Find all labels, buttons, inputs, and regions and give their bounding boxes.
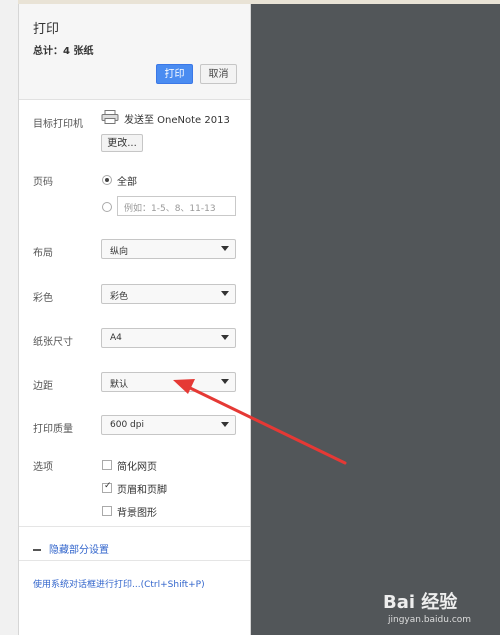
layout-value: 纵向 (110, 247, 129, 257)
print-header: 打印 总计：4 张纸 打印 取消 (19, 4, 250, 100)
layout-select[interactable]: 纵向 (101, 239, 236, 259)
pages-all-radio[interactable] (102, 175, 112, 185)
simplify-page-label: 简化网页 (117, 462, 157, 473)
watermark-url: jingyan.baidu.com (388, 615, 472, 625)
baidu-logo-icon: Bai 经验 (383, 591, 458, 613)
printer-icon (101, 110, 119, 124)
header-footer-checkbox[interactable]: ✓ (102, 481, 112, 493)
print-button[interactable]: 打印 (156, 64, 193, 84)
quality-value: 600 dpi (110, 420, 144, 430)
margins-label: 边距 (33, 381, 53, 392)
minus-icon (33, 549, 41, 551)
print-preview-area (251, 4, 500, 635)
check-icon: ✓ (104, 481, 112, 491)
divider (19, 560, 250, 561)
change-destination-button[interactable]: 更改... (101, 134, 143, 152)
destination-label: 目标打印机 (33, 119, 83, 130)
pages-input[interactable]: 例如：1-5、8、11-13 (117, 196, 236, 216)
color-value: 彩色 (110, 292, 129, 302)
background-graphics-checkbox[interactable] (102, 506, 112, 516)
chevron-down-icon (221, 379, 229, 384)
chevron-down-icon (221, 291, 229, 296)
margins-select[interactable]: 默认 (101, 372, 236, 392)
less-settings-link[interactable]: 隐藏部分设置 (33, 541, 109, 556)
less-settings-label: 隐藏部分设置 (49, 545, 109, 556)
paper-size-label: 纸张尺寸 (33, 337, 73, 348)
chevron-down-icon (221, 246, 229, 251)
cancel-button[interactable]: 取消 (200, 64, 237, 84)
layout-label: 布局 (33, 248, 53, 259)
paper-size-value: A4 (110, 333, 122, 343)
divider (19, 526, 250, 527)
pages-all-label: 全部 (117, 177, 137, 188)
quality-select[interactable]: 600 dpi (101, 415, 236, 435)
options-label: 选项 (33, 462, 53, 473)
print-title: 打印 (33, 22, 60, 37)
paper-size-select[interactable]: A4 (101, 328, 236, 348)
color-label: 彩色 (33, 293, 53, 304)
pages-custom-radio[interactable] (102, 202, 112, 212)
color-select[interactable]: 彩色 (101, 284, 236, 304)
chevron-down-icon (221, 335, 229, 340)
quality-label: 打印质量 (33, 424, 73, 435)
watermark-logo-text: Bai 经验 (383, 591, 458, 613)
header-footer-label: 页眉和页脚 (117, 485, 167, 496)
chevron-down-icon (221, 422, 229, 427)
print-settings-panel: 打印 总计：4 张纸 打印 取消 目标打印机 发送至 OneNote 2013 … (18, 4, 251, 635)
sheet-summary: 总计：4 张纸 (33, 46, 94, 57)
simplify-page-checkbox[interactable] (102, 460, 112, 470)
margins-value: 默认 (110, 380, 129, 390)
pages-label: 页码 (33, 177, 53, 188)
background-graphics-label: 背景图形 (117, 508, 157, 519)
destination-value: 发送至 OneNote 2013 (124, 115, 230, 126)
system-dialog-link[interactable]: 使用系统对话框进行打印...(Ctrl+Shift+P) (33, 577, 205, 590)
left-margin-strip (0, 0, 18, 635)
